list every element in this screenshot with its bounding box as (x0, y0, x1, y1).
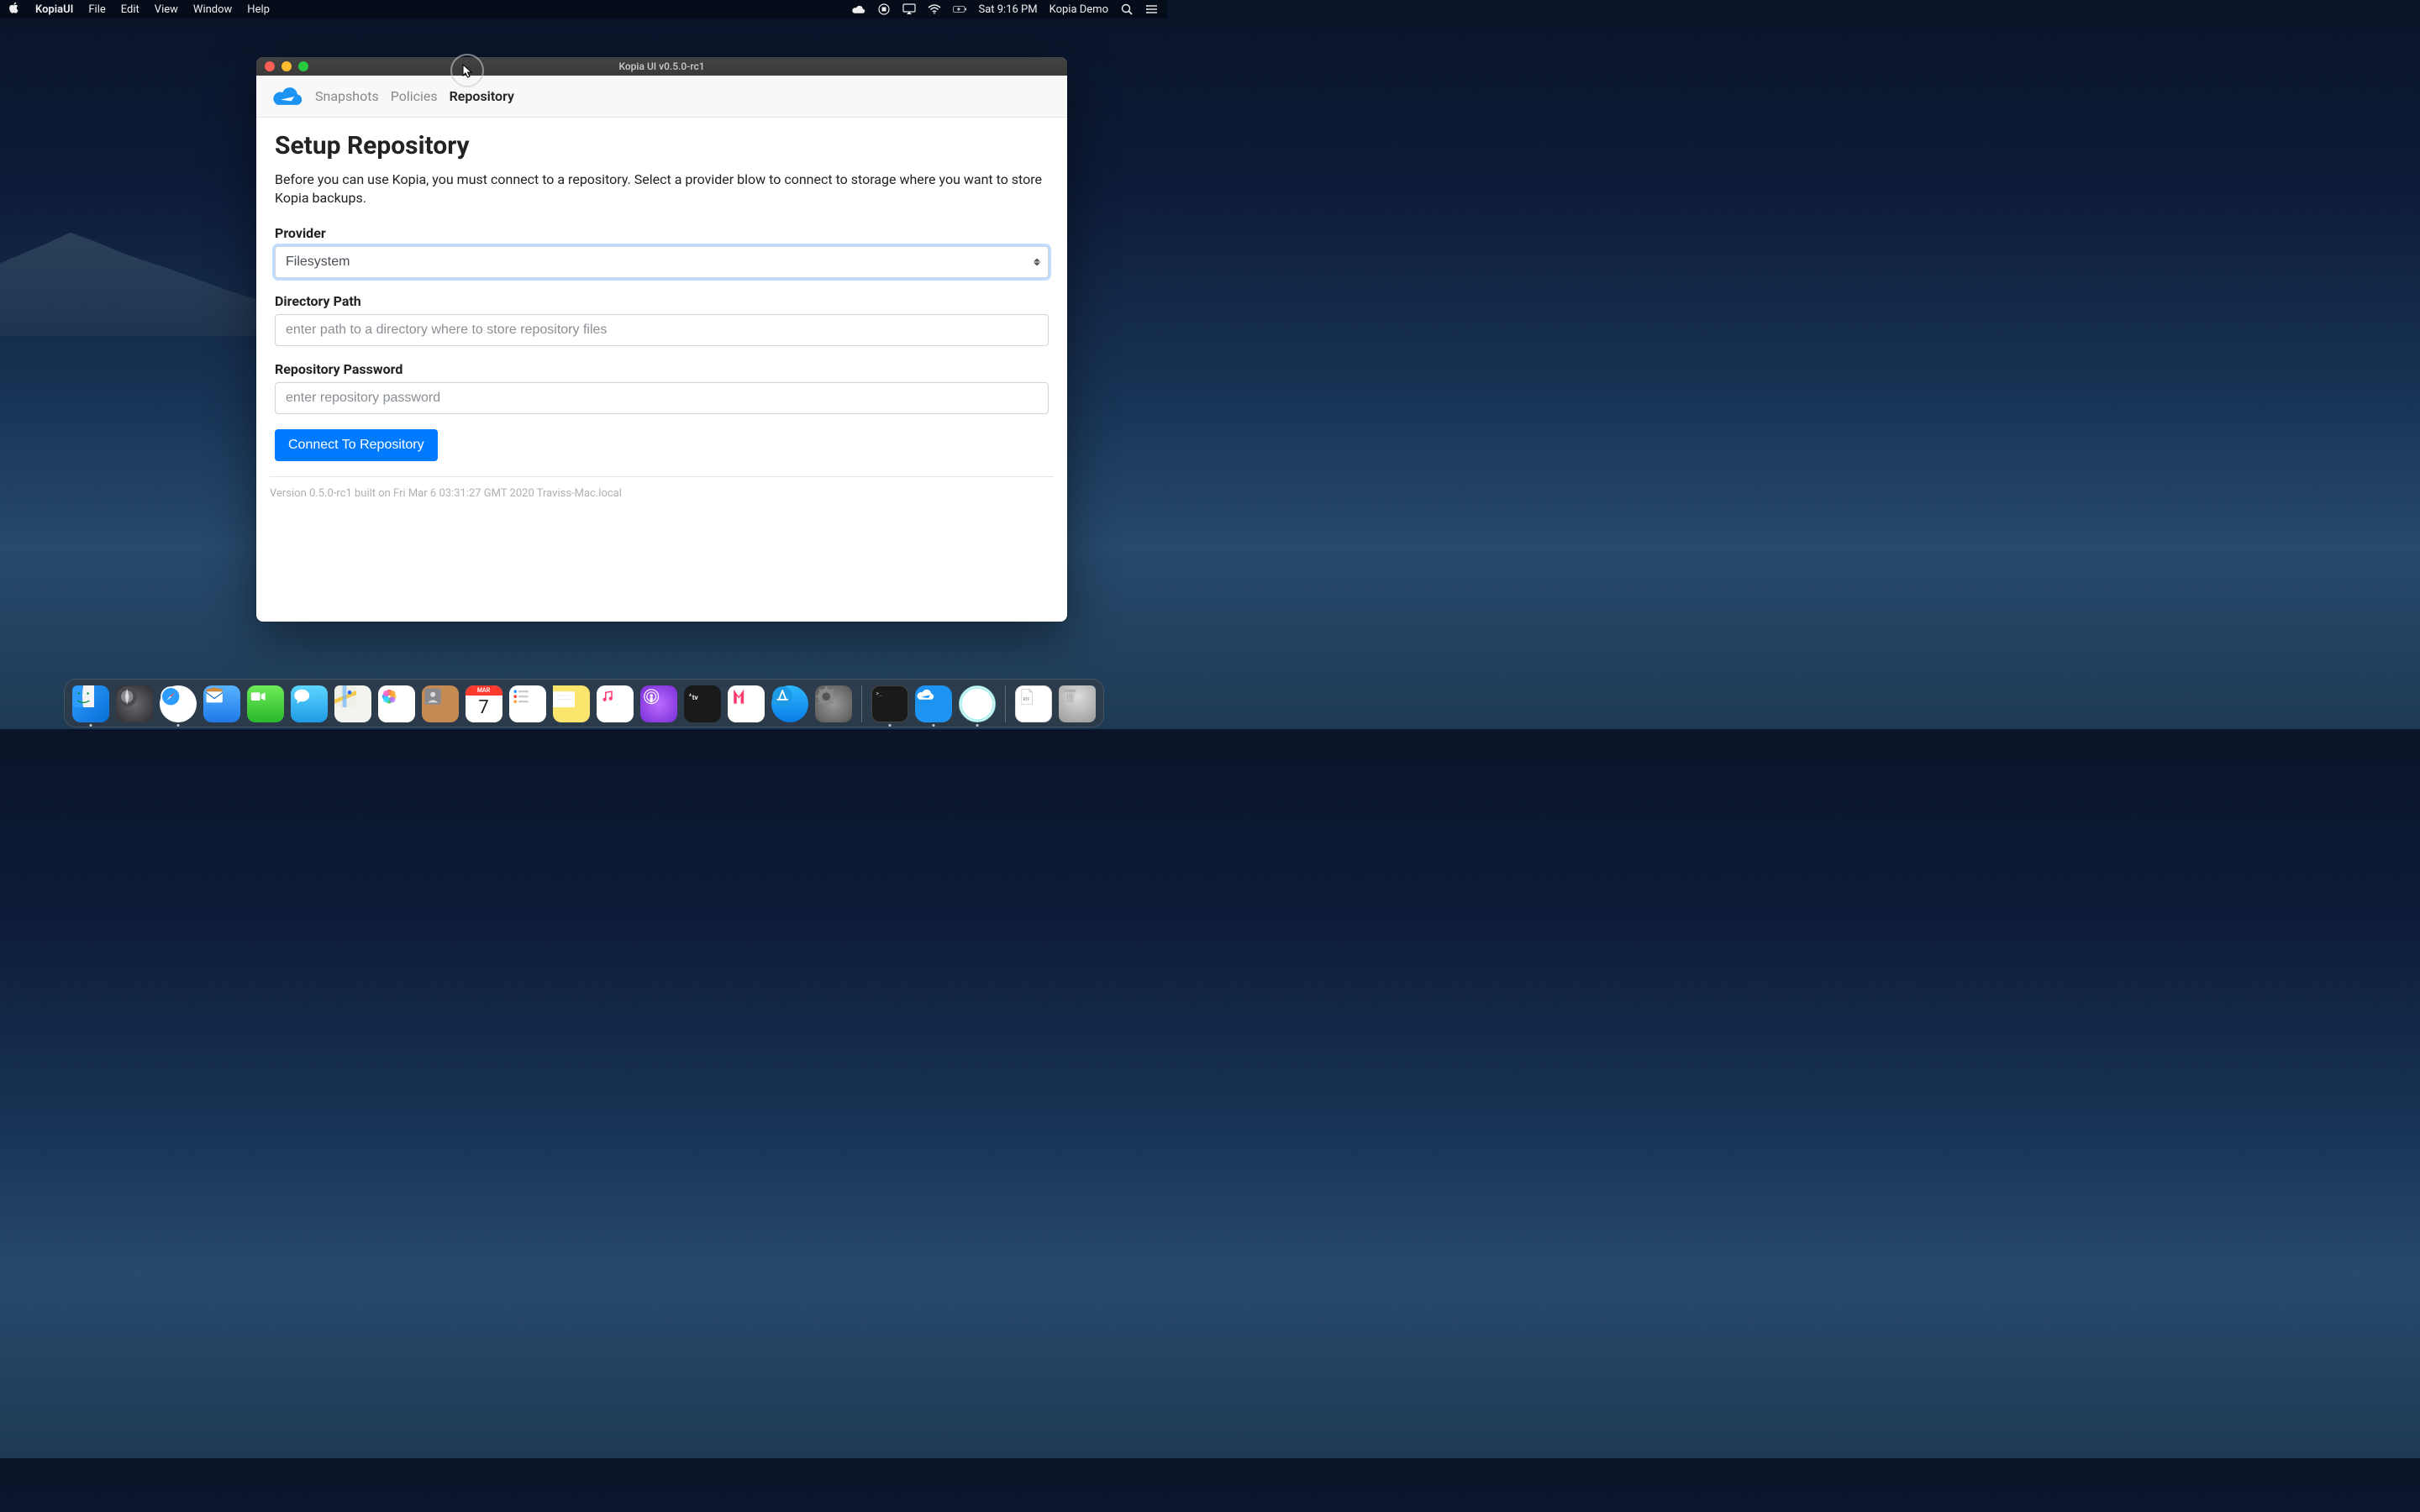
dock: MAR7 tv >_ RTF (64, 679, 1104, 727)
dock-contacts[interactable] (421, 685, 460, 723)
svg-text:>_: >_ (876, 691, 881, 696)
directory-path-input[interactable] (275, 314, 1049, 346)
calendar-month-label: MAR (466, 685, 502, 696)
page-description: Before you can use Kopia, you must conne… (275, 171, 1049, 208)
dock-maps[interactable] (334, 685, 372, 723)
window-titlebar[interactable]: Kopia UI v0.5.0-rc1 (256, 57, 1067, 76)
dock-notes[interactable] (552, 685, 591, 723)
dock-divider (861, 685, 862, 722)
dock-reminders[interactable] (508, 685, 547, 723)
kopia-window: Kopia UI v0.5.0-rc1 Snapshots Policies R… (256, 57, 1067, 622)
menubar-item-help[interactable]: Help (247, 3, 270, 16)
dock-kopia[interactable] (914, 685, 953, 723)
dock-finder[interactable] (71, 685, 110, 723)
wifi-icon[interactable] (928, 3, 941, 15)
svg-text:tv: tv (692, 694, 698, 702)
dock-system-preferences[interactable] (814, 685, 853, 723)
kopia-logo-icon[interactable] (273, 87, 303, 107)
nav-policies[interactable]: Policies (391, 88, 438, 104)
cloud-status-icon[interactable] (852, 3, 865, 15)
version-footer: Version 0.5.0-rc1 built on Fri Mar 6 03:… (270, 476, 1054, 500)
menubar-username[interactable]: Kopia Demo (1050, 3, 1108, 16)
wallpaper-mountain (0, 218, 294, 336)
dock-music[interactable] (596, 685, 634, 723)
window-close-button[interactable] (265, 61, 275, 71)
menubar-item-edit[interactable]: Edit (121, 3, 139, 16)
dock-screen-record[interactable] (958, 685, 997, 723)
page-title: Setup Repository (275, 131, 1049, 160)
provider-label: Provider (275, 225, 1049, 241)
dock-messages[interactable] (290, 685, 329, 723)
dock-podcasts[interactable] (639, 685, 678, 723)
window-maximize-button[interactable] (298, 61, 308, 71)
menubar-datetime[interactable]: Sat 9:16 PM (978, 3, 1037, 16)
menubar-app-name[interactable]: KopiaUI (35, 3, 73, 16)
nav-snapshots[interactable]: Snapshots (315, 88, 379, 104)
apple-menu-icon[interactable] (8, 2, 20, 17)
window-title: Kopia UI v0.5.0-rc1 (256, 60, 1067, 72)
menubar-item-window[interactable]: Window (193, 3, 232, 16)
dock-tv[interactable]: tv (683, 685, 722, 723)
airplay-icon[interactable] (902, 3, 916, 15)
dock-facetime[interactable] (246, 685, 285, 723)
battery-icon[interactable] (953, 3, 966, 15)
dock-divider-2 (1005, 685, 1006, 722)
menubar-item-view[interactable]: View (155, 3, 178, 16)
repository-password-input[interactable] (275, 382, 1049, 414)
menubar: KopiaUI File Edit View Window Help Sat 9… (0, 0, 1167, 18)
provider-select[interactable]: Filesystem (275, 246, 1049, 278)
dock-trash[interactable] (1058, 685, 1097, 723)
nav-repository[interactable]: Repository (450, 88, 514, 104)
dock-app-store[interactable] (771, 685, 809, 723)
connect-button[interactable]: Connect To Repository (275, 429, 438, 461)
dock-photos[interactable] (377, 685, 416, 723)
dock-launchpad[interactable] (115, 685, 154, 723)
dock-terminal[interactable]: >_ (871, 685, 909, 723)
calendar-day-label: 7 (478, 696, 488, 721)
spotlight-icon[interactable] (1120, 3, 1134, 15)
repository-password-label: Repository Password (275, 361, 1049, 377)
dock-document[interactable]: RTF (1014, 685, 1053, 723)
window-minimize-button[interactable] (281, 61, 292, 71)
directory-path-label: Directory Path (275, 293, 1049, 309)
menubar-item-file[interactable]: File (88, 3, 105, 16)
dock-calendar[interactable]: MAR7 (465, 685, 503, 723)
record-status-icon[interactable] (877, 3, 891, 15)
dock-news[interactable] (727, 685, 765, 723)
app-navbar: Snapshots Policies Repository (256, 76, 1067, 118)
notification-center-icon[interactable] (1145, 3, 1159, 15)
dock-safari[interactable] (159, 685, 197, 723)
dock-mail[interactable] (203, 685, 241, 723)
svg-text:RTF: RTF (1023, 697, 1029, 702)
